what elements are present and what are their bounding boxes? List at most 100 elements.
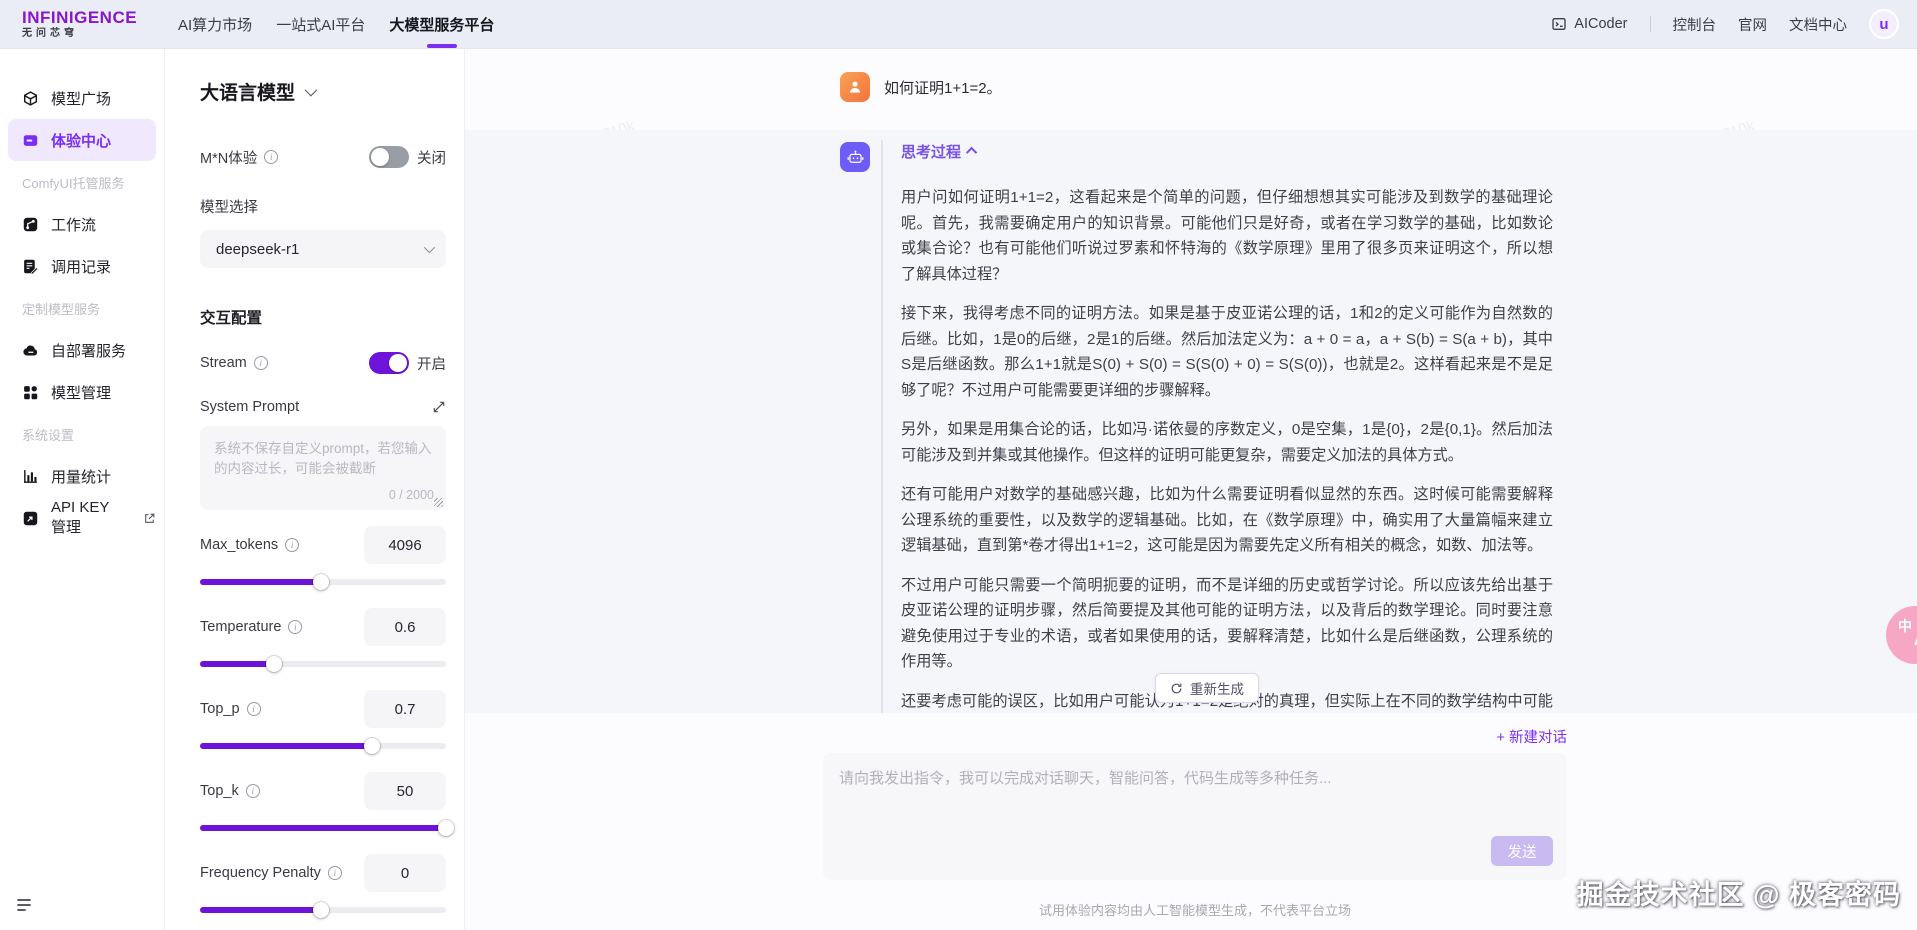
primary-nav: AI算力市场 一站式AI平台 大模型服务平台 [166,0,506,48]
call-log-icon [22,258,39,275]
system-prompt-label: System Prompt [200,399,299,415]
sidebar-item-self-deploy[interactable]: 自部署服务 [8,329,156,371]
cube-icon [22,90,39,107]
thinking-toggle[interactable]: 思考过程 [901,140,1553,162]
assistant-avatar [840,142,870,172]
logo-title: INFINIGENCE [22,9,150,26]
bar-chart-icon [22,468,39,485]
resize-handle[interactable] [434,498,443,507]
user-message-text: 如何证明1+1=2。 [884,77,1002,98]
sidebar-item-label: 工作流 [51,214,96,235]
sidebar-item-call-log[interactable]: 调用记录 [8,245,156,287]
param-temperature: Temperature i 0.6 [200,608,446,672]
nav-tab-one-stop-ai-platform[interactable]: 一站式AI平台 [264,0,377,48]
chat-area: sk-dar3nt2synhs710k 内容由AI生成，仅供参考 内容由AI生成… [465,49,1917,930]
slider-knob[interactable] [313,902,329,918]
sidebar-item-label: 调用记录 [51,256,111,277]
info-icon[interactable]: i [247,702,261,716]
nav-tab-ai-compute-market[interactable]: AI算力市场 [166,0,264,48]
sidebar-item-api-key[interactable]: API KEY管理 [8,497,156,539]
frequency-penalty-slider[interactable] [200,902,446,918]
mn-label: M*N体验 [200,147,257,168]
info-icon[interactable]: i [285,538,299,552]
official-site-link[interactable]: 官网 [1738,14,1767,35]
slider-knob[interactable] [313,574,329,590]
max-tokens-value[interactable]: 4096 [364,526,446,564]
aicoder-label: AICoder [1574,16,1627,32]
stream-label: Stream [200,355,247,371]
chat-input-card: 发送 [823,753,1567,880]
navbar-right: AICoder 控制台 官网 文档中心 u [1551,9,1917,39]
docs-link[interactable]: 文档中心 [1789,14,1847,35]
system-prompt-wrap: 0 / 2000 [200,426,446,510]
nav-tab-label: 大模型服务平台 [389,14,494,35]
slider-knob[interactable] [364,738,380,754]
experience-icon [22,132,39,149]
workflow-icon [22,216,39,233]
chat-input[interactable] [823,753,1567,833]
regenerate-button[interactable]: 重新生成 [1155,673,1259,703]
info-icon[interactable]: i [246,784,260,798]
logo[interactable]: INFINIGENCE 无问芯穹 [0,9,150,39]
model-select-dropdown[interactable]: deepseek-r1 [200,230,446,268]
sidebar-item-experience-center[interactable]: 体验中心 [8,119,156,161]
sidebar-item-model-manage[interactable]: 模型管理 [8,371,156,413]
sidebar-section-comfyui: ComfyUI托管服务 [0,161,164,203]
user-avatar[interactable]: u [1869,9,1899,39]
temperature-slider[interactable] [200,656,446,672]
thinking-paragraph: 还有可能用户对数学的基础感兴趣，比如为什么需要证明看似显然的东西。这时候可能需要… [901,482,1553,559]
temperature-value[interactable]: 0.6 [364,608,446,646]
sidebar-item-label: 用量统计 [51,466,111,487]
sidebar-item-label: 自部署服务 [51,340,126,361]
sidebar-section-custom-model: 定制模型服务 [0,287,164,329]
sidebar-item-workflow[interactable]: 工作流 [8,203,156,245]
divider [1650,16,1651,32]
top-k-slider[interactable] [200,820,446,836]
expand-icon[interactable] [432,400,446,414]
send-button[interactable]: 发送 [1491,836,1553,866]
sidebar: 模型广场 体验中心 ComfyUI托管服务 工作流 调用记录 定制模型服务 [0,49,165,930]
thinking-label: 思考过程 [901,141,961,162]
collapse-sidebar-button[interactable] [14,895,34,920]
mn-toggle[interactable] [369,146,409,168]
ai-disclaimer: 试用体验内容均由人工智能模型生成，不代表平台立场 [823,900,1567,919]
chevron-up-icon [966,147,977,158]
thinking-paragraph: 用户问如何证明1+1=2，这看起来是个简单的问题，但仔细想想其实可能涉及到数学的… [901,185,1553,287]
param-label: Temperature [200,619,281,635]
sidebar-item-model-plaza[interactable]: 模型广场 [8,77,156,119]
top-navbar: INFINIGENCE 无问芯穹 AI算力市场 一站式AI平台 大模型服务平台 … [0,0,1917,49]
user-message: 如何证明1+1=2。 [840,72,1002,102]
param-label: Frequency Penalty [200,865,321,881]
top-k-value[interactable]: 50 [364,772,446,810]
stream-toggle[interactable] [369,352,409,374]
slider-knob[interactable] [438,820,454,836]
param-label: Max_tokens [200,537,278,553]
slider-knob[interactable] [266,656,282,672]
param-label: Top_k [200,783,239,799]
max-tokens-slider[interactable] [200,574,446,590]
user-message-avatar [840,72,870,102]
top-p-slider[interactable] [200,738,446,754]
api-key-icon [22,510,39,527]
nav-tab-llm-service-platform[interactable]: 大模型服务平台 [377,0,506,48]
new-chat-button[interactable]: + 新建对话 [1497,726,1568,747]
info-icon[interactable]: i [328,866,342,880]
info-icon[interactable]: i [254,356,268,370]
sidebar-item-usage-stats[interactable]: 用量统计 [8,455,156,497]
assistant-message: 思考过程 用户问如何证明1+1=2，这看起来是个简单的问题，但仔细想想其实可能涉… [465,130,1917,713]
console-link[interactable]: 控制台 [1673,14,1717,35]
panel-title: 大语言模型 [200,78,295,105]
info-icon[interactable]: i [264,150,278,164]
top-p-value[interactable]: 0.7 [364,690,446,728]
system-prompt-row: System Prompt [200,396,446,418]
aicoder-link[interactable]: AICoder [1551,16,1627,32]
frequency-penalty-value[interactable]: 0 [364,854,446,892]
info-icon[interactable]: i [288,620,302,634]
mn-toggle-state: 关闭 [417,147,446,168]
param-max-tokens: Max_tokens i 4096 [200,526,446,590]
site-watermark: 掘金技术社区 @ 极客密码 [1577,873,1901,912]
model-select-label: 模型选择 [200,196,446,216]
stream-row: Stream i 开启 [200,351,446,375]
model-type-selector[interactable]: 大语言模型 [200,79,446,103]
grid-icon [22,384,39,401]
